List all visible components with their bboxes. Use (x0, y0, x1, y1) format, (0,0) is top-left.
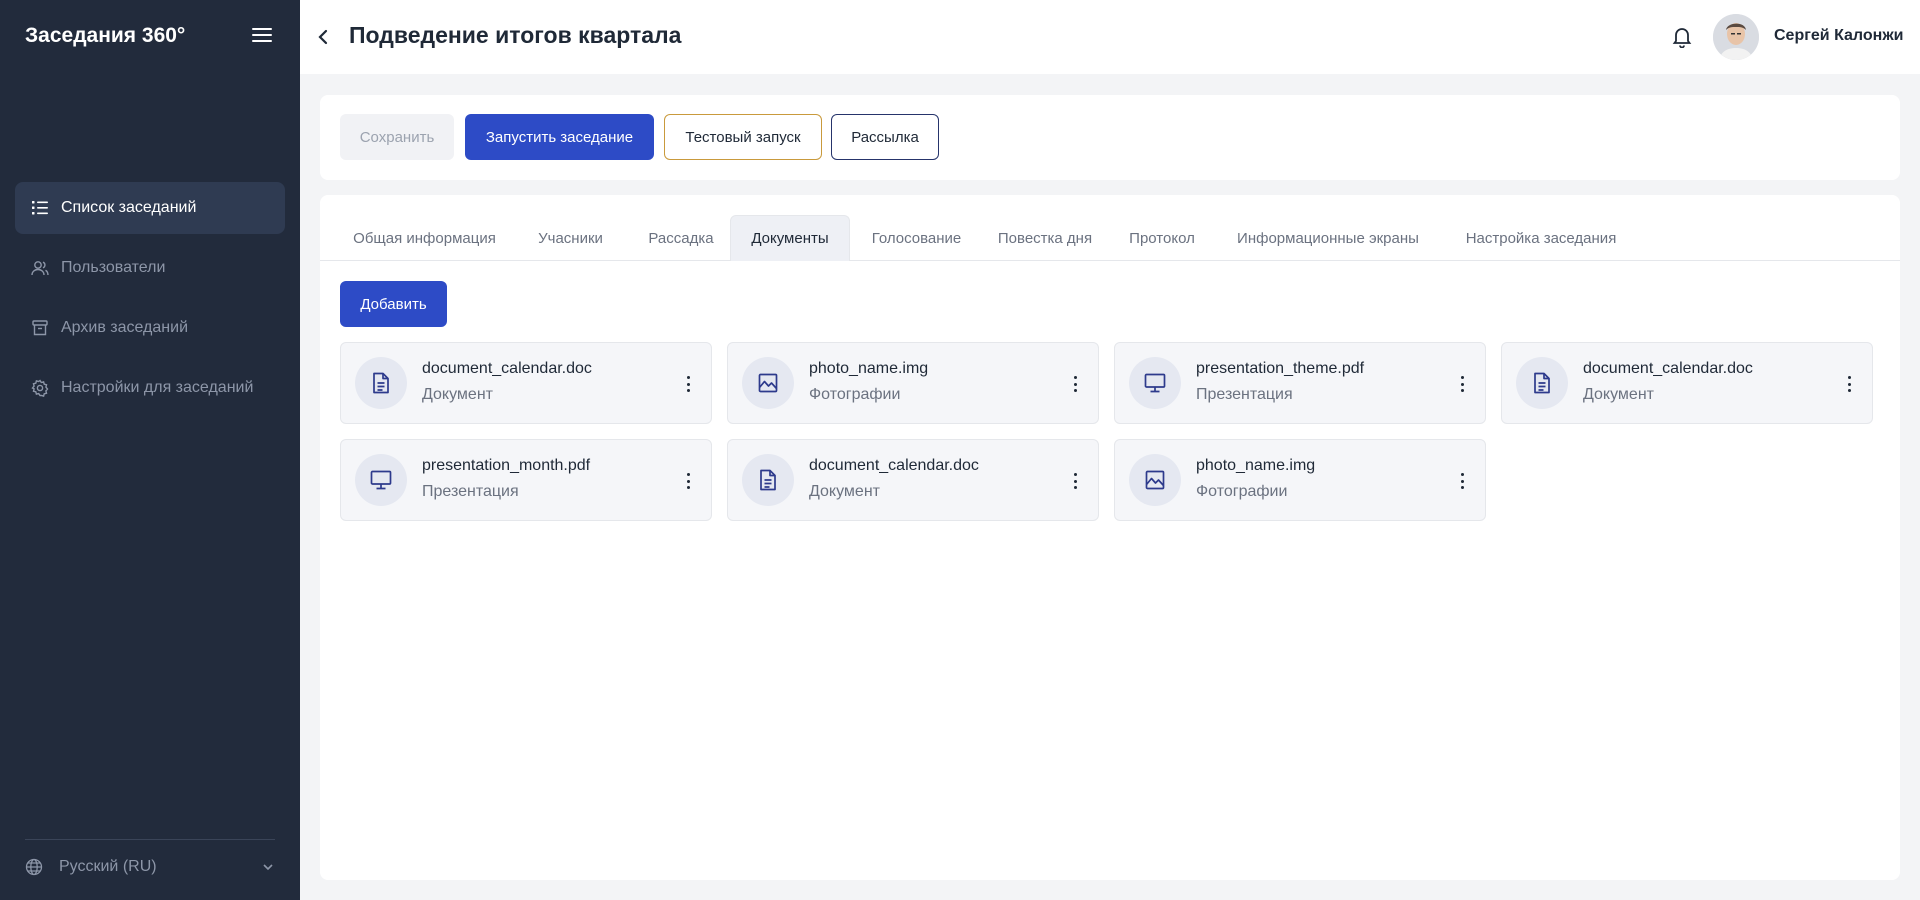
save-button[interactable]: Сохранить (340, 114, 454, 160)
monitor-icon (355, 454, 407, 506)
document-type: Фотографии (1196, 483, 1288, 500)
tab-documents[interactable]: Документы (730, 215, 850, 261)
page-title: Подведение итогов квартала (349, 22, 682, 48)
top-header: Подведение итогов квартала Сергей Калонж… (300, 0, 1920, 74)
document-card[interactable]: presentation_theme.pdf Презентация (1114, 342, 1486, 424)
chevron-down-icon (261, 860, 275, 874)
language-label: Русский (RU) (59, 857, 157, 875)
more-options-icon[interactable] (685, 376, 691, 392)
document-type: Презентация (1196, 386, 1293, 403)
more-options-icon[interactable] (1846, 376, 1852, 392)
document-card[interactable]: document_calendar.doc Документ (340, 342, 712, 424)
sidebar: Заседания 360° Список заседаний Пользова… (0, 0, 300, 900)
tab-meeting-settings[interactable]: Настройка заседания (1449, 215, 1633, 261)
sidebar-item-label: Архив заседаний (61, 319, 188, 336)
sidebar-item-label: Настройки для заседаний (61, 379, 254, 396)
document-name: document_calendar.doc (1583, 360, 1753, 377)
more-options-icon[interactable] (685, 473, 691, 489)
add-document-button[interactable]: Добавить (340, 281, 447, 327)
sidebar-item-meetings-list[interactable]: Список заседаний (15, 182, 285, 234)
sidebar-item-label: Список заседаний (61, 199, 197, 216)
document-name: photo_name.img (1196, 457, 1316, 474)
more-options-icon[interactable] (1459, 473, 1465, 489)
avatar[interactable] (1713, 14, 1759, 60)
document-type: Документ (1583, 386, 1654, 403)
document-name: presentation_theme.pdf (1196, 360, 1365, 377)
archive-icon (31, 319, 49, 337)
tab-general-info[interactable]: Общая информация (340, 215, 509, 261)
sidebar-item-settings[interactable]: Настройки для заседаний (15, 362, 285, 414)
more-options-icon[interactable] (1072, 473, 1078, 489)
document-type: Презентация (422, 483, 519, 500)
document-type: Документ (422, 386, 493, 403)
image-icon (1129, 454, 1181, 506)
test-run-button[interactable]: Тестовый запуск (664, 114, 822, 160)
tab-participants[interactable]: Учасники (519, 215, 622, 261)
tab-voting[interactable]: Голосование (860, 215, 973, 261)
action-bar: Сохранить Запустить заседание Тестовый з… (320, 95, 1900, 180)
monitor-icon (1129, 357, 1181, 409)
globe-icon (25, 858, 43, 876)
tab-bar: Общая информация Учасники Рассадка Докум… (320, 215, 1900, 261)
document-card[interactable]: presentation_month.pdf Презентация (340, 439, 712, 521)
sidebar-item-label: Пользователи (61, 259, 166, 276)
language-selector[interactable]: Русский (RU) (25, 839, 275, 891)
sidebar-item-archive[interactable]: Архив заседаний (15, 302, 285, 354)
tab-protocol[interactable]: Протокол (1117, 215, 1207, 261)
document-name: document_calendar.doc (422, 360, 592, 377)
more-options-icon[interactable] (1072, 376, 1078, 392)
document-type: Фотографии (809, 386, 901, 403)
document-name: presentation_month.pdf (422, 457, 591, 474)
document-name: photo_name.img (809, 360, 929, 377)
mailing-button[interactable]: Рассылка (831, 114, 939, 160)
document-card[interactable]: photo_name.img Фотографии (727, 342, 1099, 424)
meeting-content-panel: Общая информация Учасники Рассадка Докум… (320, 195, 1900, 880)
image-icon (742, 357, 794, 409)
document-card[interactable]: document_calendar.doc Документ (727, 439, 1099, 521)
document-icon (1516, 357, 1568, 409)
user-name[interactable]: Сергей Калонжи (1774, 27, 1904, 45)
bell-icon[interactable] (1672, 26, 1692, 49)
start-meeting-button[interactable]: Запустить заседание (465, 114, 654, 160)
document-icon (742, 454, 794, 506)
document-card[interactable]: photo_name.img Фотографии (1114, 439, 1486, 521)
more-options-icon[interactable] (1459, 376, 1465, 392)
tab-agenda[interactable]: Повестка дня (983, 215, 1107, 261)
tab-info-screens[interactable]: Информационные экраны (1217, 215, 1439, 261)
menu-icon[interactable] (252, 28, 272, 44)
document-card[interactable]: document_calendar.doc Документ (1501, 342, 1873, 424)
brand-title: Заседания 360° (25, 24, 186, 47)
document-type: Документ (809, 483, 880, 500)
document-icon (355, 357, 407, 409)
sidebar-nav: Список заседаний Пользователи Архив засе… (15, 182, 285, 422)
sidebar-item-users[interactable]: Пользователи (15, 242, 285, 294)
back-arrow-icon[interactable] (316, 28, 332, 46)
users-icon (31, 259, 49, 277)
document-name: document_calendar.doc (809, 457, 979, 474)
gear-icon (31, 379, 49, 397)
tab-seating[interactable]: Рассадка (632, 215, 730, 261)
list-icon (31, 199, 49, 217)
